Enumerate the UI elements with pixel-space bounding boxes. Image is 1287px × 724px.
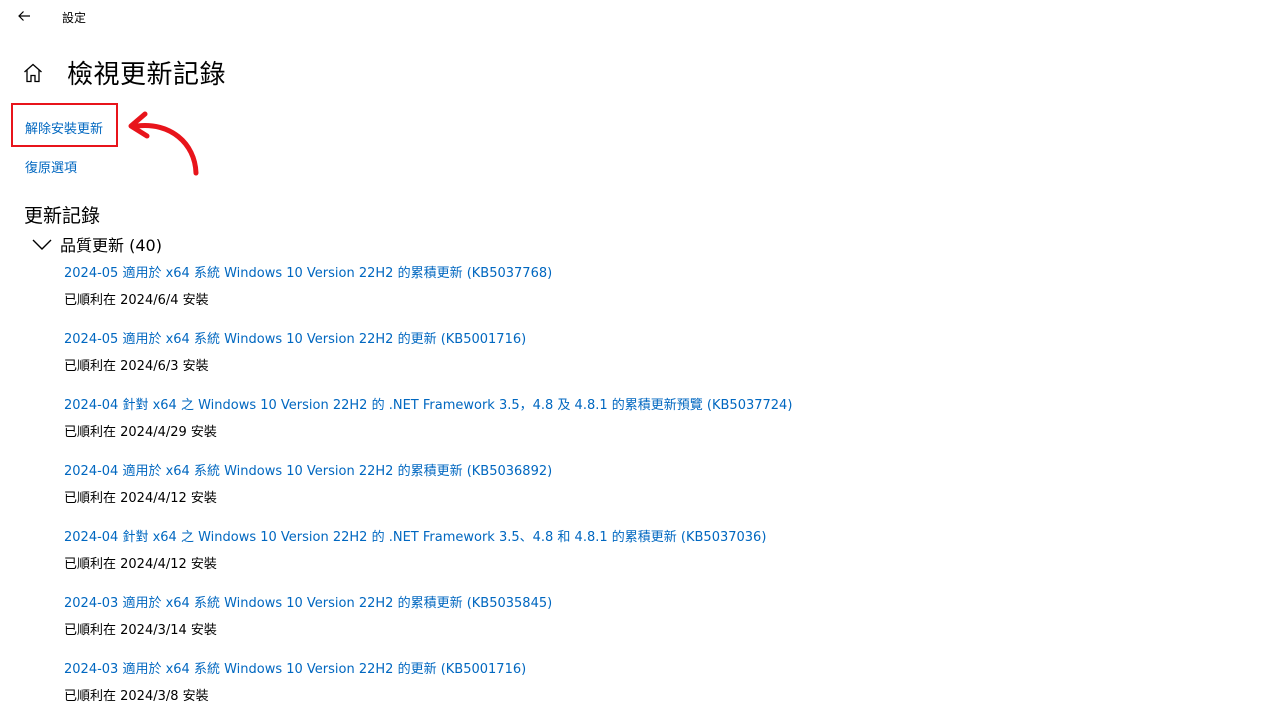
update-title-link[interactable]: 2024-03 適用於 x64 系統 Windows 10 Version 22… <box>64 658 526 677</box>
update-title-link[interactable]: 2024-04 針對 x64 之 Windows 10 Version 22H2… <box>64 394 792 413</box>
update-title-link[interactable]: 2024-04 適用於 x64 系統 Windows 10 Version 22… <box>64 460 552 479</box>
list-item: 2024-03 適用於 x64 系統 Windows 10 Version 22… <box>64 592 1164 658</box>
quality-updates-category[interactable]: 品質更新 (40) <box>30 231 330 257</box>
list-item: 2024-04 針對 x64 之 Windows 10 Version 22H2… <box>64 394 1164 460</box>
update-title-link[interactable]: 2024-05 適用於 x64 系統 Windows 10 Version 22… <box>64 262 552 281</box>
update-history-title: 更新記錄 <box>24 205 101 227</box>
list-item: 2024-03 適用於 x64 系統 Windows 10 Version 22… <box>64 658 1164 724</box>
update-status: 已順利在 2024/3/8 安裝 <box>64 689 209 704</box>
category-label: 品質更新 (40) <box>60 236 162 255</box>
title-bar: 設定 <box>0 0 1287 32</box>
back-arrow-icon <box>18 11 30 21</box>
settings-window: 設定 檢視更新記錄 解除安裝更新 復原選項 更新記錄 品質更新 (40) 202… <box>0 0 1287 724</box>
chevron-down-icon <box>32 239 52 250</box>
update-status: 已順利在 2024/4/12 安裝 <box>64 491 217 506</box>
list-item: 2024-04 適用於 x64 系統 Windows 10 Version 22… <box>64 460 1164 526</box>
update-status: 已順利在 2024/3/14 安裝 <box>64 623 217 638</box>
update-title-link[interactable]: 2024-03 適用於 x64 系統 Windows 10 Version 22… <box>64 592 552 611</box>
update-status: 已順利在 2024/4/29 安裝 <box>64 425 217 440</box>
update-list: 2024-05 適用於 x64 系統 Windows 10 Version 22… <box>64 262 1164 724</box>
home-button[interactable] <box>22 62 46 86</box>
app-title: 設定 <box>62 11 87 25</box>
uninstall-updates-link[interactable]: 解除安裝更新 <box>25 118 103 137</box>
home-icon <box>24 63 42 83</box>
list-item: 2024-04 針對 x64 之 Windows 10 Version 22H2… <box>64 526 1164 592</box>
update-status: 已順利在 2024/6/4 安裝 <box>64 293 209 308</box>
update-title-link[interactable]: 2024-05 適用於 x64 系統 Windows 10 Version 22… <box>64 328 526 347</box>
list-item: 2024-05 適用於 x64 系統 Windows 10 Version 22… <box>64 328 1164 394</box>
list-item: 2024-05 適用於 x64 系統 Windows 10 Version 22… <box>64 262 1164 328</box>
update-status: 已順利在 2024/4/12 安裝 <box>64 557 217 572</box>
update-title-link[interactable]: 2024-04 針對 x64 之 Windows 10 Version 22H2… <box>64 526 766 545</box>
recovery-options-link[interactable]: 復原選項 <box>25 157 77 176</box>
annotation-arrow-icon <box>128 111 199 176</box>
page-header: 檢視更新記錄 <box>22 52 622 92</box>
back-button[interactable] <box>10 4 38 28</box>
page-title: 檢視更新記錄 <box>67 60 227 90</box>
update-status: 已順利在 2024/6/3 安裝 <box>64 359 209 374</box>
